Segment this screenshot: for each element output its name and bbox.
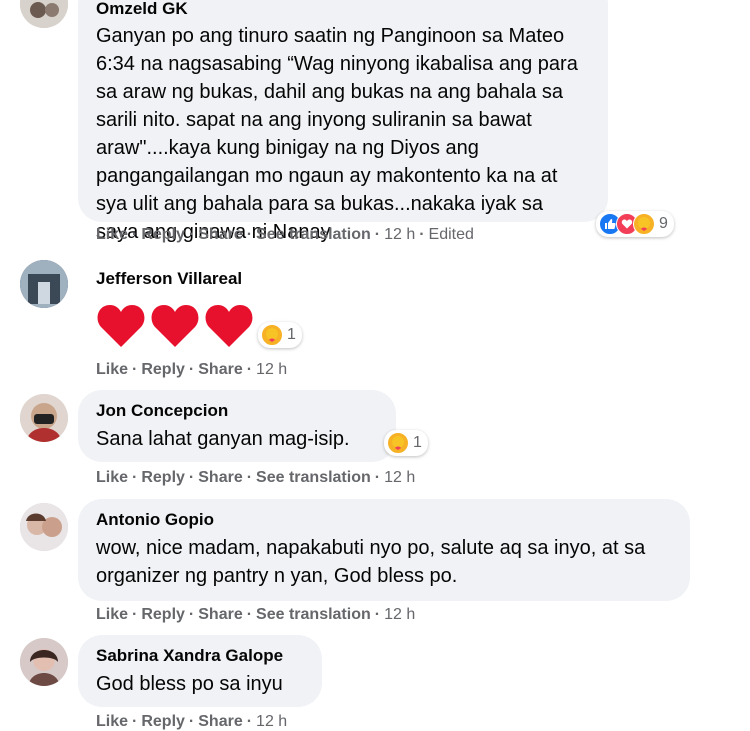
heart-emoji-icon <box>151 305 199 347</box>
comment-antonio: Antonio Gopio wow, nice madam, napakabut… <box>0 499 750 629</box>
reaction-summary[interactable]: 1 <box>258 322 302 348</box>
share-link[interactable]: Share <box>198 361 242 378</box>
edited-label: Edited <box>428 226 474 243</box>
see-translation-link[interactable]: See translation <box>256 606 371 623</box>
comment-text: Sana lahat ganyan mag-isip. <box>96 428 350 450</box>
comment-actions: Like · Reply · Share · See translation · 12 h <box>96 606 416 623</box>
comment-text: God bless po sa inyu <box>96 673 283 695</box>
heart-emoji-icon <box>205 305 253 347</box>
timestamp[interactable]: 12 h <box>384 226 415 243</box>
avatar[interactable] <box>20 0 68 28</box>
comment-actions: Like · Reply · Share · 12 h <box>96 713 288 730</box>
avatar[interactable] <box>20 260 68 308</box>
reaction-count: 1 <box>413 434 422 451</box>
avatar[interactable] <box>20 394 68 442</box>
share-link[interactable]: Share <box>198 606 242 623</box>
comment-actions: Like · Reply · Share · 12 h <box>96 361 288 378</box>
share-link[interactable]: Share <box>198 226 242 243</box>
like-link[interactable]: Like <box>96 469 128 486</box>
timestamp[interactable]: 12 h <box>256 361 287 378</box>
comment-actions: Like · Reply · Share · See translation · 12 h <box>96 469 416 486</box>
like-link[interactable]: Like <box>96 713 128 730</box>
see-translation-link[interactable]: See translation <box>256 226 371 243</box>
heart-emoji-row <box>96 302 254 350</box>
comment-bubble: Omzeld GK Ganyan po ang tinuro saatin ng… <box>78 0 608 243</box>
comment-jefferson: Jefferson Villareal ❤❤❤ 1 Like·Reply·Sha… <box>0 258 750 388</box>
comment-bubble: Antonio Gopio wow, nice madam, napakabut… <box>78 499 690 601</box>
comment-author[interactable]: Sabrina Xandra Galope <box>96 645 304 667</box>
like-link[interactable]: Like <box>96 606 128 623</box>
comment-bubble: Sabrina Xandra Galope God bless po sa in… <box>78 635 322 707</box>
reaction-count: 1 <box>287 326 296 343</box>
reaction-summary[interactable]: 1 <box>384 430 428 456</box>
reply-link[interactable]: Reply <box>141 713 185 730</box>
comment-omzeld: Omzeld GK Ganyan po ang tinuro saatin ng… <box>0 0 750 250</box>
like-link[interactable]: Like <box>96 361 128 378</box>
avatar[interactable] <box>20 503 68 551</box>
reaction-count: 9 <box>659 215 668 232</box>
comment-body: Jefferson Villareal <box>78 262 278 296</box>
timestamp[interactable]: 12 h <box>384 469 415 486</box>
share-link[interactable]: Share <box>198 469 242 486</box>
comment-jon: Jon Concepcion Sana lahat ganyan mag-isi… <box>0 390 750 495</box>
comment-author[interactable]: Jon Concepcion <box>96 400 378 422</box>
reply-link[interactable]: Reply <box>141 361 185 378</box>
care-icon <box>261 324 283 346</box>
avatar[interactable] <box>20 638 68 686</box>
comment-author[interactable]: Omzeld GK <box>96 0 590 20</box>
reply-link[interactable]: Reply <box>141 226 185 243</box>
timestamp[interactable]: 12 h <box>256 713 287 730</box>
timestamp[interactable]: 12 h <box>384 606 415 623</box>
comment-sabrina: Sabrina Xandra Galope God bless po sa in… <box>0 635 750 730</box>
reply-link[interactable]: Reply <box>141 469 185 486</box>
see-translation-link[interactable]: See translation <box>256 469 371 486</box>
reaction-summary[interactable]: 9 <box>596 211 674 237</box>
care-icon <box>633 213 655 235</box>
comment-actions: Like · Reply · Share · See translation · 12 h · Ed… <box>96 226 474 243</box>
comment-bubble: Jon Concepcion Sana lahat ganyan mag-isi… <box>78 390 396 462</box>
comment-text: wow, nice madam, napakabuti nyo po, salu… <box>96 537 646 587</box>
care-icon <box>387 432 409 454</box>
like-link[interactable]: Like <box>96 226 128 243</box>
comment-text: Ganyan po ang tinuro saatin ng Panginoon… <box>96 25 578 243</box>
heart-emoji-icon <box>97 305 145 347</box>
reply-link[interactable]: Reply <box>141 606 185 623</box>
share-link[interactable]: Share <box>198 713 242 730</box>
comment-author[interactable]: Jefferson Villareal <box>96 268 260 290</box>
comment-author[interactable]: Antonio Gopio <box>96 509 672 531</box>
